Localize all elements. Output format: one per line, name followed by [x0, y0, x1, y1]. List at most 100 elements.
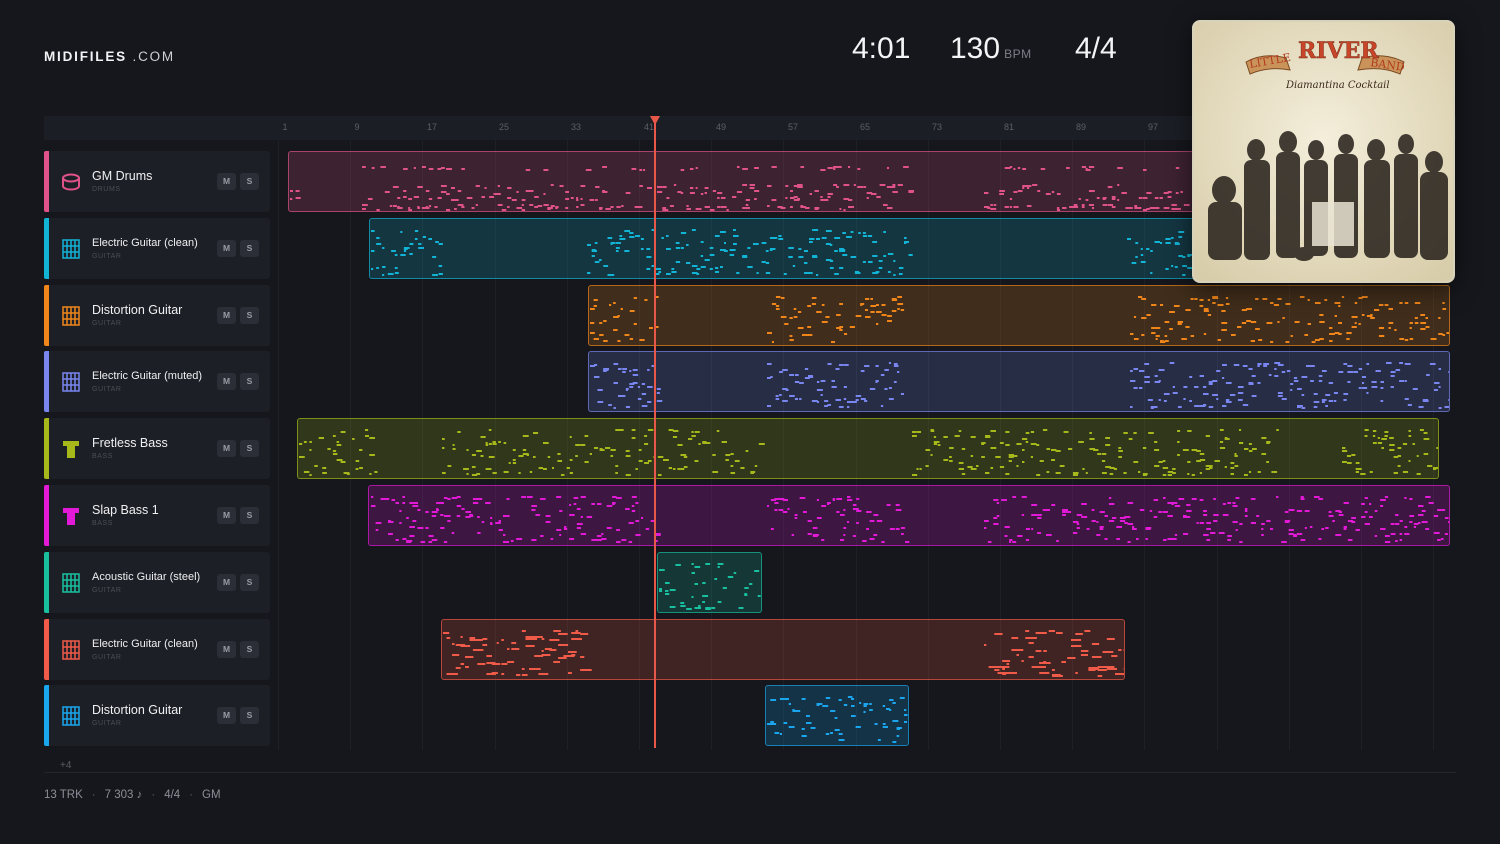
track-color-bar	[44, 218, 49, 279]
guitar-icon	[60, 639, 82, 661]
track-header[interactable]: Acoustic Guitar (steel) GUITAR M S	[44, 552, 270, 613]
track-header[interactable]: GM Drums DRUMS M S	[44, 151, 270, 212]
solo-button[interactable]: S	[240, 707, 259, 724]
track-header[interactable]: Fretless Bass BASS M S	[44, 418, 270, 479]
track-category: GUITAR	[92, 720, 122, 727]
track-category: BASS	[92, 520, 114, 527]
bass-icon	[60, 505, 82, 527]
midi-clip[interactable]	[588, 285, 1450, 346]
clip-notes	[590, 362, 1449, 409]
midi-clip[interactable]	[297, 418, 1439, 479]
mute-button[interactable]: M	[217, 707, 236, 724]
clip-notes	[590, 296, 1449, 343]
track-header[interactable]: Slap Bass 1 BASS M S	[44, 485, 270, 546]
midi-clip[interactable]	[369, 218, 1196, 279]
track-color-bar	[44, 485, 49, 546]
clip-notes	[659, 563, 761, 610]
track-color-bar	[44, 619, 49, 680]
track-name: Distortion Guitar	[92, 703, 183, 717]
brand-domain: .COM	[132, 49, 175, 64]
solo-button[interactable]: S	[240, 240, 259, 257]
more-tracks-indicator[interactable]: +4	[60, 760, 71, 771]
midi-clip[interactable]	[588, 351, 1450, 412]
midi-clip[interactable]	[441, 619, 1125, 680]
midi-clip[interactable]	[288, 151, 1196, 212]
track-header[interactable]: Electric Guitar (muted) GUITAR M S	[44, 351, 270, 412]
guitar-icon	[60, 371, 82, 393]
footer-track-count: 13 TRK	[44, 789, 83, 801]
solo-button[interactable]: S	[240, 641, 259, 658]
ruler-tick: 89	[1075, 122, 1087, 132]
drum-icon	[60, 171, 82, 193]
mute-button[interactable]: M	[217, 641, 236, 658]
clip-notes	[371, 229, 1193, 276]
midi-clip[interactable]	[657, 552, 762, 613]
ruler-tick: 57	[787, 122, 799, 132]
guitar-icon	[60, 572, 82, 594]
track-color-bar	[44, 151, 49, 212]
track-category: GUITAR	[92, 253, 122, 260]
ruler-tick: 81	[1003, 122, 1015, 132]
tempo-value: 130	[950, 32, 1001, 65]
track-name: Fretless Bass	[92, 436, 168, 450]
album-text-river: RIVER	[1298, 38, 1379, 64]
solo-button[interactable]: S	[240, 507, 259, 524]
track-color-bar	[44, 552, 49, 613]
mute-button[interactable]: M	[217, 173, 236, 190]
guitar-icon	[60, 238, 82, 260]
guitar-icon	[60, 305, 82, 327]
track-category: GUITAR	[92, 587, 122, 594]
footer-divider	[44, 772, 1456, 773]
ruler-tick: 65	[859, 122, 871, 132]
track-name: Slap Bass 1	[92, 503, 159, 517]
track-header[interactable]: Distortion Guitar GUITAR M S	[44, 285, 270, 346]
ruler-tick: 97	[1147, 122, 1159, 132]
ruler-tick: 1	[282, 122, 288, 132]
track-name: Acoustic Guitar (steel)	[92, 571, 201, 583]
track-category: DRUMS	[92, 186, 121, 193]
clip-notes	[290, 166, 1190, 211]
track-name: GM Drums	[92, 169, 153, 183]
clip-notes	[299, 429, 1438, 476]
album-subtitle: Diamantina Cocktail	[1285, 80, 1390, 91]
solo-button[interactable]: S	[240, 307, 259, 324]
track-name: Distortion Guitar	[92, 303, 183, 317]
ruler-tick: 9	[354, 122, 360, 132]
track-header[interactable]: Electric Guitar (clean) GUITAR M S	[44, 218, 270, 279]
footer-standard: GM	[202, 789, 221, 801]
brand-logo: MIDIFILES .COM	[44, 49, 175, 64]
track-header[interactable]: Electric Guitar (clean) GUITAR M S	[44, 619, 270, 680]
album-cover: LITTLE RIVER BAND Diamantina Cocktail	[1192, 20, 1455, 283]
track-name: Electric Guitar (clean)	[92, 237, 198, 249]
track-name: Electric Guitar (clean)	[92, 638, 198, 650]
ruler-tick: 33	[570, 122, 582, 132]
mute-button[interactable]: M	[217, 373, 236, 390]
track-name: Electric Guitar (muted)	[92, 370, 203, 382]
mute-button[interactable]: M	[217, 240, 236, 257]
ruler-tick: 17	[426, 122, 438, 132]
solo-button[interactable]: S	[240, 574, 259, 591]
footer-time-signature: 4/4	[164, 789, 181, 801]
track-category: GUITAR	[92, 654, 122, 661]
midi-clip[interactable]	[765, 685, 909, 746]
clip-notes	[767, 696, 908, 743]
track-category: GUITAR	[92, 320, 122, 327]
mute-button[interactable]: M	[217, 507, 236, 524]
track-color-bar	[44, 685, 49, 746]
mute-button[interactable]: M	[217, 574, 236, 591]
playhead-line[interactable]	[654, 120, 656, 748]
mute-button[interactable]: M	[217, 440, 236, 457]
track-header[interactable]: Distortion Guitar GUITAR M S	[44, 685, 270, 746]
tempo-readout: 130 BPM	[950, 32, 1032, 66]
ruler-tick: 73	[931, 122, 943, 132]
mute-button[interactable]: M	[217, 307, 236, 324]
solo-button[interactable]: S	[240, 173, 259, 190]
solo-button[interactable]: S	[240, 440, 259, 457]
footer-summary: 13 TRK · 7 303 ♪ · 4/4 · GM	[44, 789, 221, 801]
song-duration: 4:01	[852, 32, 911, 65]
time-signature: 4/4	[1075, 32, 1117, 65]
track-category: BASS	[92, 453, 114, 460]
solo-button[interactable]: S	[240, 373, 259, 390]
brand-name: MIDIFILES	[44, 49, 127, 64]
midi-clip[interactable]	[368, 485, 1450, 546]
